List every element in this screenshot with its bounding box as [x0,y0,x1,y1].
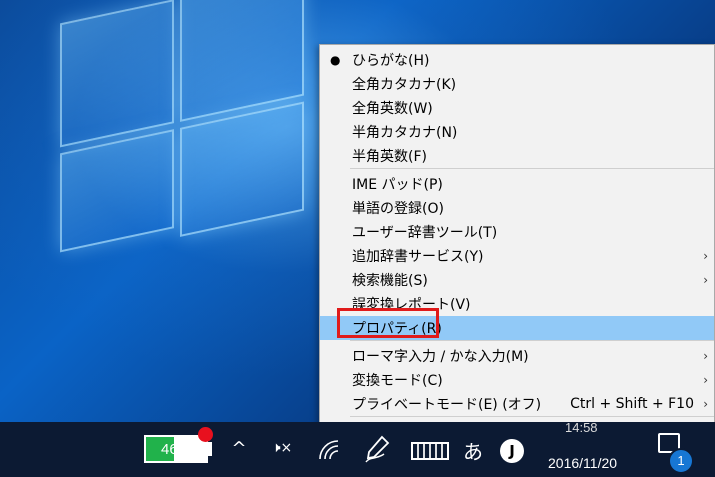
menu-item-label: 検索機能(S) [352,273,428,289]
menu-item[interactable]: 半角カタカナ(N) [320,120,714,144]
menu-item-label: ユーザー辞書ツール(T) [352,225,498,241]
menu-item[interactable]: 全角カタカナ(K) [320,72,714,96]
submenu-arrow-icon: › [703,349,708,363]
menu-item-label: ひらがな(H) [352,53,430,69]
menu-item[interactable]: プライベートモード(E) (オフ) Ctrl + Shift + F10 › [320,392,714,416]
menu-item-label: ローマ字入力 / かな入力(M) [352,349,529,365]
wifi-icon[interactable] [318,439,342,461]
menu-item-label: 半角英数(F) [352,149,427,165]
menu-item[interactable]: ● ひらがな(H) [320,48,714,72]
menu-item-bullet-icon: ● [330,53,341,67]
menu-separator [350,340,714,341]
submenu-arrow-icon: › [703,273,708,287]
menu-item-label: 追加辞書サービス(Y) [352,249,484,265]
menu-item-label: 変換モード(C) [352,373,443,389]
clock-date[interactable]: 2016/11/20 [548,455,617,471]
volume-muted-icon[interactable]: 🕨× [268,440,296,456]
menu-item[interactable]: 変換モード(C) › [320,368,714,392]
windows-logo-wallpaper [20,0,320,332]
battery-percent-label: 46% [160,441,192,458]
menu-item-label: 全角カタカナ(K) [352,77,457,93]
ime-context-menu: ● ひらがな(H) 全角カタカナ(K) 全角英数(W) 半角カタカナ(N) 半角英数(F)… [319,44,715,441]
menu-item[interactable]: 半角英数(F) [320,144,714,168]
show-hidden-icons-chevron-icon[interactable]: ^ [229,438,249,459]
submenu-arrow-icon: › [703,249,708,263]
menu-item-label: IME パッド(P) [352,177,443,193]
battery-indicator[interactable]: 46% [144,435,208,463]
menu-item[interactable]: IME パッド(P) [320,172,714,196]
menu-item-label: 単語の登録(O) [352,201,444,217]
ime-mode-hiragana-icon[interactable]: あ [460,436,486,465]
battery-nub [207,442,212,456]
menu-item-label: 全角英数(W) [352,101,433,117]
menu-separator [350,416,714,417]
ime-j-icon[interactable]: J [500,439,524,463]
submenu-arrow-icon: › [703,397,708,411]
touch-keyboard-icon[interactable] [411,442,449,460]
menu-item-label: 半角カタカナ(N) [352,125,458,141]
menu-item-shortcut: Ctrl + Shift + F10 [570,396,694,412]
menu-separator [350,168,714,169]
menu-item[interactable]: 全角英数(W) [320,96,714,120]
menu-item-label: プライベートモード(E) (オフ) [352,397,542,413]
annotation-highlight-box [337,308,439,338]
pen-workspace-icon[interactable] [362,434,392,464]
submenu-arrow-icon: › [703,373,708,387]
menu-item[interactable]: ローマ字入力 / かな入力(M) › [320,344,714,368]
notification-count-badge: 1 [668,448,694,474]
menu-item[interactable]: 検索機能(S) › [320,268,714,292]
menu-item[interactable]: ユーザー辞書ツール(T) [320,220,714,244]
battery-alert-badge [198,427,213,442]
menu-item[interactable]: 追加辞書サービス(Y) › [320,244,714,268]
menu-item[interactable]: 単語の登録(O) [320,196,714,220]
clock-time[interactable]: 14:58 [565,420,598,435]
